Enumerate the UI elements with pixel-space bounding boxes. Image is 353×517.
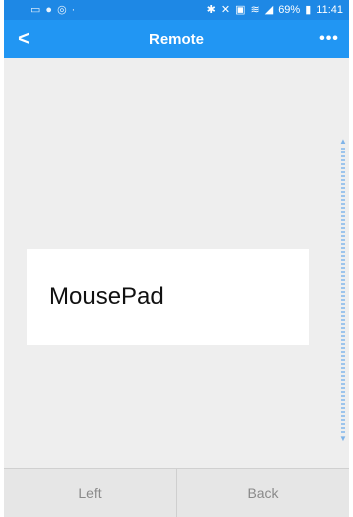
whatsapp-icon: ◎ xyxy=(57,3,67,16)
mute-icon: ✕ xyxy=(220,3,231,16)
image-icon: ▭ xyxy=(30,3,41,16)
more-options-button[interactable]: ••• xyxy=(309,20,349,58)
bluetooth-icon: ✱ xyxy=(206,3,216,16)
remote-screen: ▭ ● ◎ · ✱ ✕ ▣ ≋ ◢ 69% ▮ 11:41 < Remote •… xyxy=(0,0,353,517)
facebook-icon: ● xyxy=(45,3,53,16)
back-arrow-button[interactable]: < xyxy=(4,20,44,58)
bottom-button-bar: Left Back xyxy=(4,468,349,517)
wifi-icon: ≋ xyxy=(250,3,260,16)
clock: 11:41 xyxy=(316,3,343,16)
remote-content-area: MousePad ▲ ▼ xyxy=(4,58,349,468)
status-dot: · xyxy=(71,3,76,16)
scrollbar[interactable]: ▲ ▼ xyxy=(338,138,348,443)
app-bar: < Remote ••• xyxy=(4,20,349,58)
back-button[interactable]: Back xyxy=(177,469,349,517)
vibrate-icon: ▣ xyxy=(235,3,246,16)
page-title: Remote xyxy=(148,30,204,48)
scroll-track[interactable] xyxy=(341,148,345,433)
status-right-icons: ✱ ✕ ▣ ≋ ◢ 69% ▮ 11:41 xyxy=(206,3,343,16)
left-click-button[interactable]: Left xyxy=(4,469,176,517)
status-left-icons: ▭ ● ◎ · xyxy=(30,3,76,16)
battery-percent: 69% xyxy=(278,3,301,16)
status-bar: ▭ ● ◎ · ✱ ✕ ▣ ≋ ◢ 69% ▮ 11:41 xyxy=(4,0,349,20)
mousepad-label: MousePad xyxy=(49,283,164,310)
scroll-down-icon[interactable]: ▼ xyxy=(339,435,347,443)
battery-icon: ▮ xyxy=(305,3,312,16)
mousepad[interactable]: MousePad xyxy=(27,249,309,345)
scroll-up-icon[interactable]: ▲ xyxy=(339,138,347,146)
signal-icon: ◢ xyxy=(264,3,274,16)
